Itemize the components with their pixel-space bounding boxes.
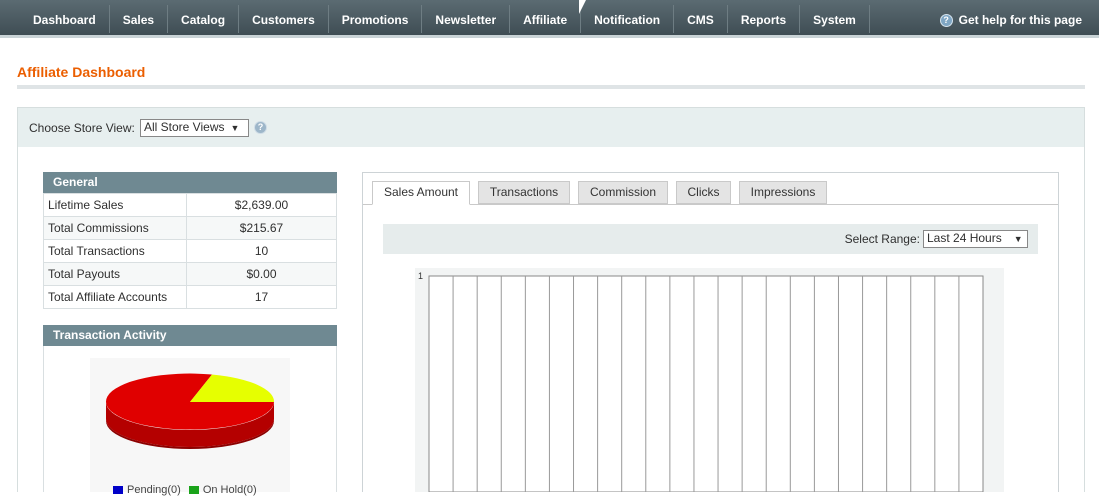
table-row: Lifetime Sales $2,639.00 <box>43 193 337 217</box>
row-label: Lifetime Sales <box>43 193 187 217</box>
general-header: General <box>43 172 337 193</box>
table-row: Total Payouts $0.00 <box>43 262 337 286</box>
transaction-pie-chart <box>90 358 290 492</box>
legend-item-on-hold: On Hold(0) <box>188 484 257 496</box>
table-row: Total Commissions $215.67 <box>43 216 337 240</box>
help-link[interactable]: ? Get help for this page <box>939 5 1082 35</box>
row-value: $2,639.00 <box>186 193 337 217</box>
row-label: Total Payouts <box>43 262 187 286</box>
range-selected: Last 24 Hours <box>927 231 1002 245</box>
table-row: Total Transactions 10 <box>43 239 337 263</box>
tab-commission[interactable]: Commission <box>578 181 668 204</box>
range-select[interactable]: Last 24 Hours ▼ <box>923 230 1028 248</box>
nav-item-notification[interactable]: Notification <box>581 5 675 33</box>
mouse-cursor-icon <box>579 0 586 14</box>
row-value: 17 <box>186 285 337 309</box>
nav-item-dashboard[interactable]: Dashboard <box>20 5 110 33</box>
row-value: 10 <box>186 239 337 263</box>
store-view-help-icon[interactable]: ? <box>254 121 267 134</box>
dropdown-arrow-icon: ▼ <box>1013 234 1023 244</box>
row-value: $215.67 <box>186 216 337 240</box>
store-view-select[interactable]: All Store Views ▼ <box>140 119 249 137</box>
dropdown-arrow-icon: ▼ <box>230 123 240 133</box>
legend-swatch <box>188 486 199 495</box>
tab-impressions[interactable]: Impressions <box>739 181 827 204</box>
nav-item-sales[interactable]: Sales <box>110 5 169 33</box>
pie-legend: Pending(0) On Hold(0) <box>113 484 257 496</box>
nav-item-system[interactable]: System <box>800 5 870 33</box>
help-label: Get help for this page <box>958 13 1082 27</box>
tab-clicks[interactable]: Clicks <box>676 181 731 204</box>
row-label: Total Affiliate Accounts <box>43 285 187 309</box>
nav-item-promotions[interactable]: Promotions <box>329 5 423 33</box>
table-row: Total Affiliate Accounts 17 <box>43 285 337 309</box>
general-table: Lifetime Sales $2,639.00 Total Commission… <box>43 193 337 309</box>
range-label: Select Range: <box>844 232 920 246</box>
sales-chart: 1 <box>383 268 1038 493</box>
row-value: $0.00 <box>186 262 337 286</box>
transaction-activity-header: Transaction Activity <box>43 325 337 346</box>
nav-item-cms[interactable]: CMS <box>674 5 728 33</box>
help-icon: ? <box>939 13 953 27</box>
y-tick-label: 1 <box>418 271 423 281</box>
nav-item-newsletter[interactable]: Newsletter <box>422 5 511 33</box>
legend-swatch <box>113 486 123 495</box>
top-navigation: Dashboard Sales Catalog Customers Promot… <box>0 0 1099 38</box>
store-view-selected: All Store Views <box>144 120 225 134</box>
nav-item-customers[interactable]: Customers <box>239 5 329 33</box>
store-view-label: Choose Store View: <box>29 121 135 135</box>
page-title: Affiliate Dashboard <box>17 64 146 80</box>
legend-label: On Hold(0) <box>202 484 257 496</box>
row-label: Total Commissions <box>43 216 187 240</box>
range-bar: Select Range: Last 24 Hours ▼ <box>383 224 1038 254</box>
tab-transactions[interactable]: Transactions <box>478 181 570 204</box>
sales-chart-svg: 1 <box>415 268 1004 493</box>
chart-plot-area <box>428 275 984 493</box>
nav-item-affiliate[interactable]: Affiliate <box>510 5 582 33</box>
nav-item-catalog[interactable]: Catalog <box>168 5 240 33</box>
store-view-bar: Choose Store View: All Store Views ▼ ? <box>17 107 1085 147</box>
legend-item-pending: Pending(0) <box>113 484 181 496</box>
nav-menu: Dashboard Sales Catalog Customers Promot… <box>20 5 870 33</box>
title-divider <box>17 85 1085 89</box>
legend-label: Pending(0) <box>127 484 181 496</box>
row-label: Total Transactions <box>43 239 187 263</box>
nav-item-reports[interactable]: Reports <box>728 5 801 33</box>
tab-sales-amount[interactable]: Sales Amount <box>372 181 470 205</box>
